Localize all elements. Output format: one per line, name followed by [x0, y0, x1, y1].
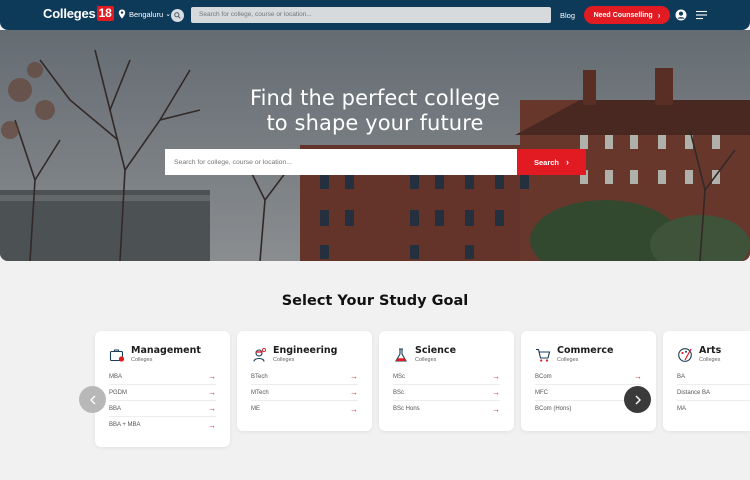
palette-icon — [678, 348, 692, 362]
course-link[interactable]: MA — [677, 401, 750, 417]
course-label: BBA + MBA — [109, 422, 141, 428]
course-label: BCom — [535, 373, 552, 380]
course-label: ME — [251, 406, 260, 412]
blog-link[interactable]: Blog — [560, 11, 575, 20]
logo[interactable]: Colleges 18 — [43, 6, 114, 21]
card-title: Management — [131, 345, 201, 356]
arrow-right-icon: → — [208, 388, 216, 397]
arrow-right-icon: → — [208, 404, 216, 413]
location-pin-icon — [118, 9, 126, 19]
arrow-right-icon: → — [492, 404, 500, 414]
search-icon — [174, 12, 181, 19]
course-link[interactable]: BA — [677, 369, 750, 385]
card-subtitle: Colleges — [415, 357, 437, 363]
need-counselling-button[interactable]: Need Counselling › — [584, 6, 670, 24]
course-label: BSc Hons — [393, 406, 420, 412]
card-subtitle: Colleges — [699, 357, 721, 363]
goal-card-commerce[interactable]: Commerce Colleges BCom → MFC → BCom (Hons)… — [521, 331, 656, 431]
location-selector[interactable]: Bengaluru ⌄ — [118, 9, 171, 19]
top-header: Colleges 18 Bengaluru ⌄ Blog Need Counse… — [0, 0, 750, 30]
course-link[interactable]: MSc → — [393, 369, 500, 385]
card-title: Engineering — [273, 345, 338, 356]
hero-title-line-1: Find the perfect college — [249, 86, 501, 110]
goal-card-arts[interactable]: Arts Colleges BA Distance BA MA — [663, 331, 750, 431]
arrow-right-icon: → — [350, 372, 358, 381]
hero-title-line-2: to shape your future — [266, 111, 484, 135]
arrow-right-icon: → — [492, 372, 500, 381]
course-label: MFC — [535, 389, 548, 396]
course-link[interactable]: MBA → — [109, 369, 216, 385]
arrow-right-icon: → — [208, 420, 216, 430]
course-link[interactable]: BSc → — [393, 385, 500, 401]
card-subtitle: Colleges — [557, 357, 579, 363]
card-title: Commerce — [557, 345, 614, 356]
course-label: MBA — [109, 373, 123, 380]
logo-number: 18 — [96, 6, 114, 21]
hero-search-button[interactable]: Search › — [517, 149, 586, 175]
course-label: MSc — [393, 373, 405, 380]
header-search-input[interactable] — [191, 7, 551, 23]
course-label: BBA — [109, 405, 122, 412]
goal-card-management[interactable]: Management Colleges MBA → PGDM → BBA → BBA … — [95, 331, 230, 447]
course-link[interactable]: BCom → — [535, 369, 642, 385]
course-label: BA — [677, 373, 686, 380]
card-subtitle: Colleges — [131, 357, 153, 363]
course-label: MA — [677, 406, 686, 412]
course-link[interactable]: BSc Hons → — [393, 401, 500, 417]
course-label: BCom (Hons) — [535, 406, 572, 412]
course-link[interactable]: Distance BA — [677, 385, 750, 401]
cart-icon — [536, 348, 551, 362]
course-link[interactable]: PGDM → — [109, 385, 216, 401]
goal-card-science[interactable]: Science Colleges MSc → BSc → BSc Hons → — [379, 331, 514, 431]
card-subtitle: Colleges — [273, 357, 295, 363]
course-link[interactable]: ME → — [251, 401, 358, 417]
carousel-next-button[interactable] — [624, 386, 651, 413]
course-label: Distance BA — [677, 389, 711, 396]
location-label: Bengaluru — [129, 9, 164, 19]
hero-campus-image — [0, 30, 750, 261]
hero-title: Find the perfect college to shape your f… — [0, 86, 750, 136]
header-search-button[interactable] — [171, 9, 184, 22]
course-link[interactable]: MTech → — [251, 385, 358, 401]
need-counselling-label: Need Counselling — [593, 11, 653, 19]
briefcase-icon — [109, 349, 125, 362]
card-title: Science — [415, 345, 457, 356]
engineer-icon — [253, 347, 267, 362]
course-label: BTech — [251, 373, 268, 380]
carousel-prev-button[interactable] — [79, 386, 106, 413]
flask-icon — [395, 348, 407, 362]
hero-banner: Find the perfect college to shape your f… — [0, 30, 750, 261]
course-label: BSc — [393, 389, 405, 396]
course-label: MTech — [251, 389, 269, 396]
arrow-right-icon: → — [492, 388, 500, 397]
hero-search-input[interactable] — [165, 149, 517, 175]
arrow-right-icon: → — [350, 404, 358, 414]
logo-text: Colleges — [43, 6, 96, 21]
arrow-right-icon: → — [350, 388, 358, 397]
course-label: PGDM — [109, 389, 127, 396]
hero-search-button-label: Search — [533, 157, 560, 167]
study-goal-title: Select Your Study Goal — [281, 293, 469, 309]
course-link[interactable]: BBA → — [109, 401, 216, 417]
chevron-right-icon: › — [657, 10, 661, 20]
chevron-left-icon — [89, 395, 95, 404]
chevron-right-icon — [635, 395, 641, 404]
course-link[interactable]: BBA + MBA → — [109, 417, 216, 433]
course-link[interactable]: BTech → — [251, 369, 358, 385]
user-icon[interactable] — [675, 9, 687, 21]
chevron-right-icon: › — [566, 157, 570, 167]
arrow-right-icon: → — [634, 372, 642, 381]
goal-card-engineering[interactable]: Engineering Colleges BTech → MTech → ME → — [237, 331, 372, 431]
hamburger-menu-icon[interactable] — [696, 10, 707, 20]
card-title: Arts — [699, 345, 722, 356]
arrow-right-icon: → — [208, 372, 216, 381]
